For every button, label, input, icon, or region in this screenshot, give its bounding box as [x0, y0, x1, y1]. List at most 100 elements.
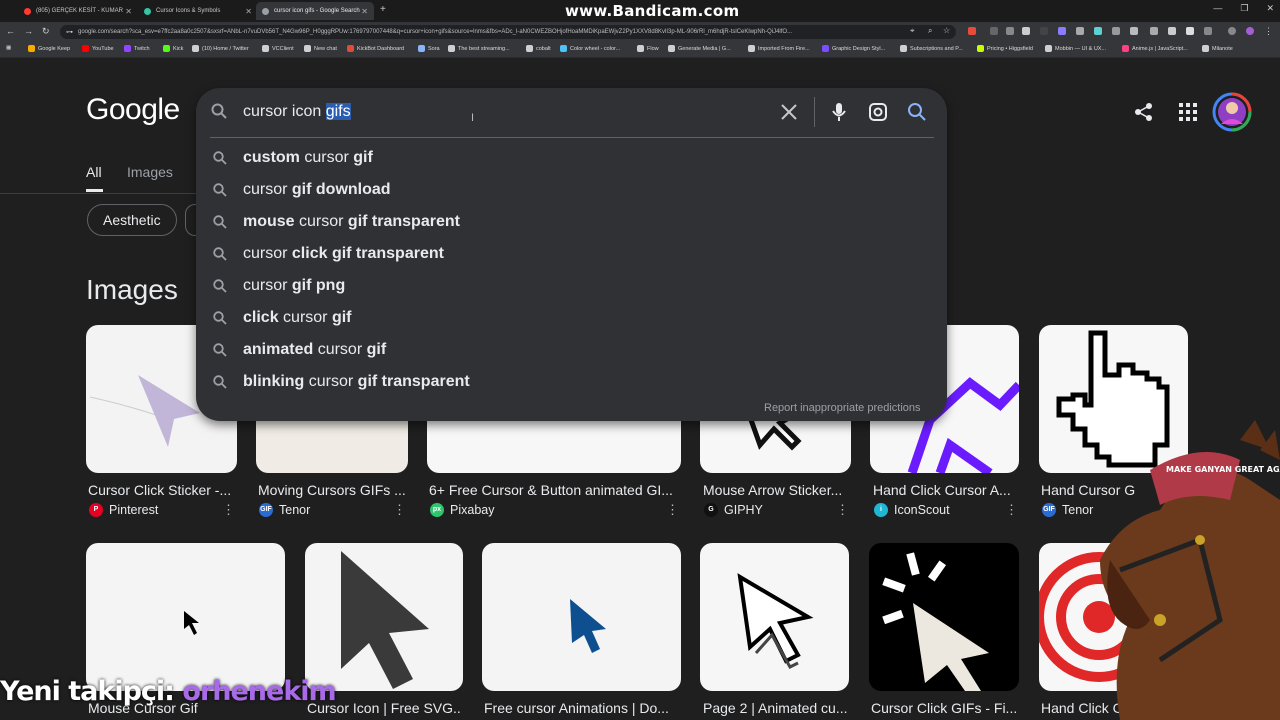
more-options-icon[interactable]: ⋮: [393, 502, 406, 518]
minimize-icon[interactable]: —: [1213, 3, 1222, 14]
image-source[interactable]: P Pinterest: [89, 503, 158, 517]
location-icon[interactable]: ⌖: [910, 26, 915, 36]
suggestion-item[interactable]: cursor click gif transparent: [212, 238, 912, 270]
extension-icon[interactable]: [990, 27, 998, 35]
bookmark-item[interactable]: Generate Media | G...: [668, 45, 731, 52]
back-icon[interactable]: ←: [6, 26, 15, 36]
close-window-icon[interactable]: ✕: [1266, 3, 1274, 14]
image-source[interactable]: G GIPHY: [704, 503, 763, 517]
voice-search-icon[interactable]: [831, 101, 847, 128]
site-info-icon[interactable]: ⊶: [66, 28, 73, 36]
bookmark-item[interactable]: Pricing • Higgsfield: [977, 45, 1033, 52]
bookmark-item[interactable]: New chat: [304, 45, 337, 52]
maximize-icon[interactable]: ❐: [1240, 3, 1248, 14]
bookmark-item[interactable]: VCClient: [262, 45, 294, 52]
downloads-icon[interactable]: [1186, 27, 1194, 35]
bookmark-item[interactable]: Kick: [163, 45, 183, 52]
extension-icon[interactable]: [968, 27, 976, 35]
account-avatar[interactable]: [1212, 92, 1252, 137]
extension-icon[interactable]: [1058, 27, 1066, 35]
extension-icon[interactable]: [1022, 27, 1030, 35]
close-tab-icon[interactable]: ✕: [361, 7, 368, 16]
extension-icon[interactable]: [1150, 27, 1158, 35]
bookmark-item[interactable]: YouTube: [82, 45, 114, 52]
zoom-icon[interactable]: ⌕: [928, 26, 932, 36]
extension-icon[interactable]: [1076, 27, 1084, 35]
extension-icon[interactable]: [1130, 27, 1138, 35]
suggestion-item[interactable]: blinking cursor gif transparent: [212, 366, 912, 398]
suggestion-item[interactable]: mouse cursor gif transparent: [212, 206, 912, 238]
image-caption[interactable]: Moving Cursors GIFs ...: [258, 482, 408, 498]
extension-icon[interactable]: [1006, 27, 1014, 35]
bookmark-item[interactable]: Flow: [637, 45, 659, 52]
bookmark-item[interactable]: Google Keep: [28, 45, 70, 52]
image-result-card[interactable]: [305, 543, 463, 691]
extension-icon[interactable]: [1094, 27, 1102, 35]
image-caption[interactable]: Mouse Arrow Sticker...: [703, 482, 848, 498]
profile-avatar-icon[interactable]: [1246, 27, 1254, 35]
bookmark-item[interactable]: (10) Home / Twitter: [192, 45, 249, 52]
report-predictions-link[interactable]: Report inappropriate predictions: [764, 402, 921, 414]
image-source[interactable]: px Pixabay: [430, 503, 494, 517]
extension-icon[interactable]: [1112, 27, 1120, 35]
browser-menu-icon[interactable]: ⋮: [1264, 26, 1273, 37]
suggestion-item[interactable]: custom cursor gif: [212, 142, 912, 174]
tab-all[interactable]: All: [86, 164, 102, 180]
image-result-card[interactable]: [482, 543, 681, 691]
bookmark-item[interactable]: Twitch: [124, 45, 150, 52]
clear-search-icon[interactable]: [780, 101, 798, 128]
bookmark-item[interactable]: Milanote: [1202, 45, 1233, 52]
search-input[interactable]: cursor icon gifs: [243, 103, 351, 121]
image-caption[interactable]: Cursor Click Sticker -...: [88, 482, 238, 498]
bookmark-item[interactable]: The best streaming...: [448, 45, 510, 52]
image-caption[interactable]: 6+ Free Cursor & Button animated GI...: [429, 482, 674, 498]
suggestion-item[interactable]: cursor gif png: [212, 270, 912, 302]
suggestion-item[interactable]: cursor gif download: [212, 174, 912, 206]
apps-grid-icon[interactable]: ▦: [6, 45, 11, 51]
image-caption[interactable]: Page 2 | Animated cu...: [703, 700, 848, 716]
bookmark-item[interactable]: Anime.js | JavaScript...: [1122, 45, 1188, 52]
image-result-card[interactable]: [869, 543, 1019, 691]
image-caption[interactable]: Free cursor Animations | Do...: [484, 700, 679, 716]
google-apps-icon[interactable]: [1179, 103, 1197, 126]
download-icon[interactable]: [1228, 27, 1236, 35]
google-logo[interactable]: Google: [86, 93, 180, 127]
extensions-puzzle-icon[interactable]: [1204, 27, 1212, 35]
tab-youtube[interactable]: (805) GERÇEK KESİT - KUMAR ✕: [18, 2, 138, 20]
bookmark-item[interactable]: Mobbin — UI & UX...: [1045, 45, 1106, 52]
bookmark-item[interactable]: Imported From Fire...: [748, 45, 810, 52]
image-source[interactable]: GIF Tenor: [259, 503, 310, 517]
reload-icon[interactable]: ↻: [42, 26, 50, 37]
image-caption[interactable]: Hand Click Cursor A...: [873, 482, 1018, 498]
bookmark-item[interactable]: Graphic Design Styl...: [822, 45, 885, 52]
tab-cursor-icons[interactable]: Cursor Icons & Symbols ✕: [138, 2, 258, 20]
more-options-icon[interactable]: ⋮: [1005, 502, 1018, 518]
bookmark-item[interactable]: KickBot Dashboard: [347, 45, 404, 52]
chip-aesthetic[interactable]: Aesthetic: [87, 204, 177, 236]
image-caption[interactable]: Cursor Click GIFs - Fi...: [871, 700, 1018, 716]
close-tab-icon[interactable]: ✕: [125, 7, 132, 16]
extension-icon[interactable]: [1040, 27, 1048, 35]
suggestion-item[interactable]: click cursor gif: [212, 302, 912, 334]
lens-search-icon[interactable]: [868, 101, 888, 128]
tab-images[interactable]: Images: [127, 164, 173, 180]
bookmark-item[interactable]: cobalt: [526, 45, 551, 52]
search-submit-icon[interactable]: [907, 101, 927, 128]
address-bar[interactable]: google.com/search?sca_esv=e7ffc2aa8a0c25…: [60, 25, 956, 39]
bookmark-star-icon[interactable]: ☆: [943, 26, 950, 35]
new-tab-button[interactable]: +: [380, 4, 386, 15]
bookmark-item[interactable]: Color wheel - color...: [560, 45, 620, 52]
tab-google-search[interactable]: cursor icon gifs - Google Search ✕: [256, 2, 374, 20]
image-result-card[interactable]: [700, 543, 849, 691]
extension-icon[interactable]: [1168, 27, 1176, 35]
bookmark-item[interactable]: Subscriptions and P...: [900, 45, 963, 52]
bookmark-item[interactable]: Sora: [418, 45, 440, 52]
image-source[interactable]: i IconScout: [874, 503, 950, 517]
forward-icon[interactable]: →: [24, 26, 33, 36]
more-options-icon[interactable]: ⋮: [222, 502, 235, 518]
close-tab-icon[interactable]: ✕: [245, 7, 252, 16]
share-icon[interactable]: [1134, 102, 1154, 127]
more-options-icon[interactable]: ⋮: [666, 502, 679, 518]
suggestion-item[interactable]: animated cursor gif: [212, 334, 912, 366]
more-options-icon[interactable]: ⋮: [836, 502, 849, 518]
